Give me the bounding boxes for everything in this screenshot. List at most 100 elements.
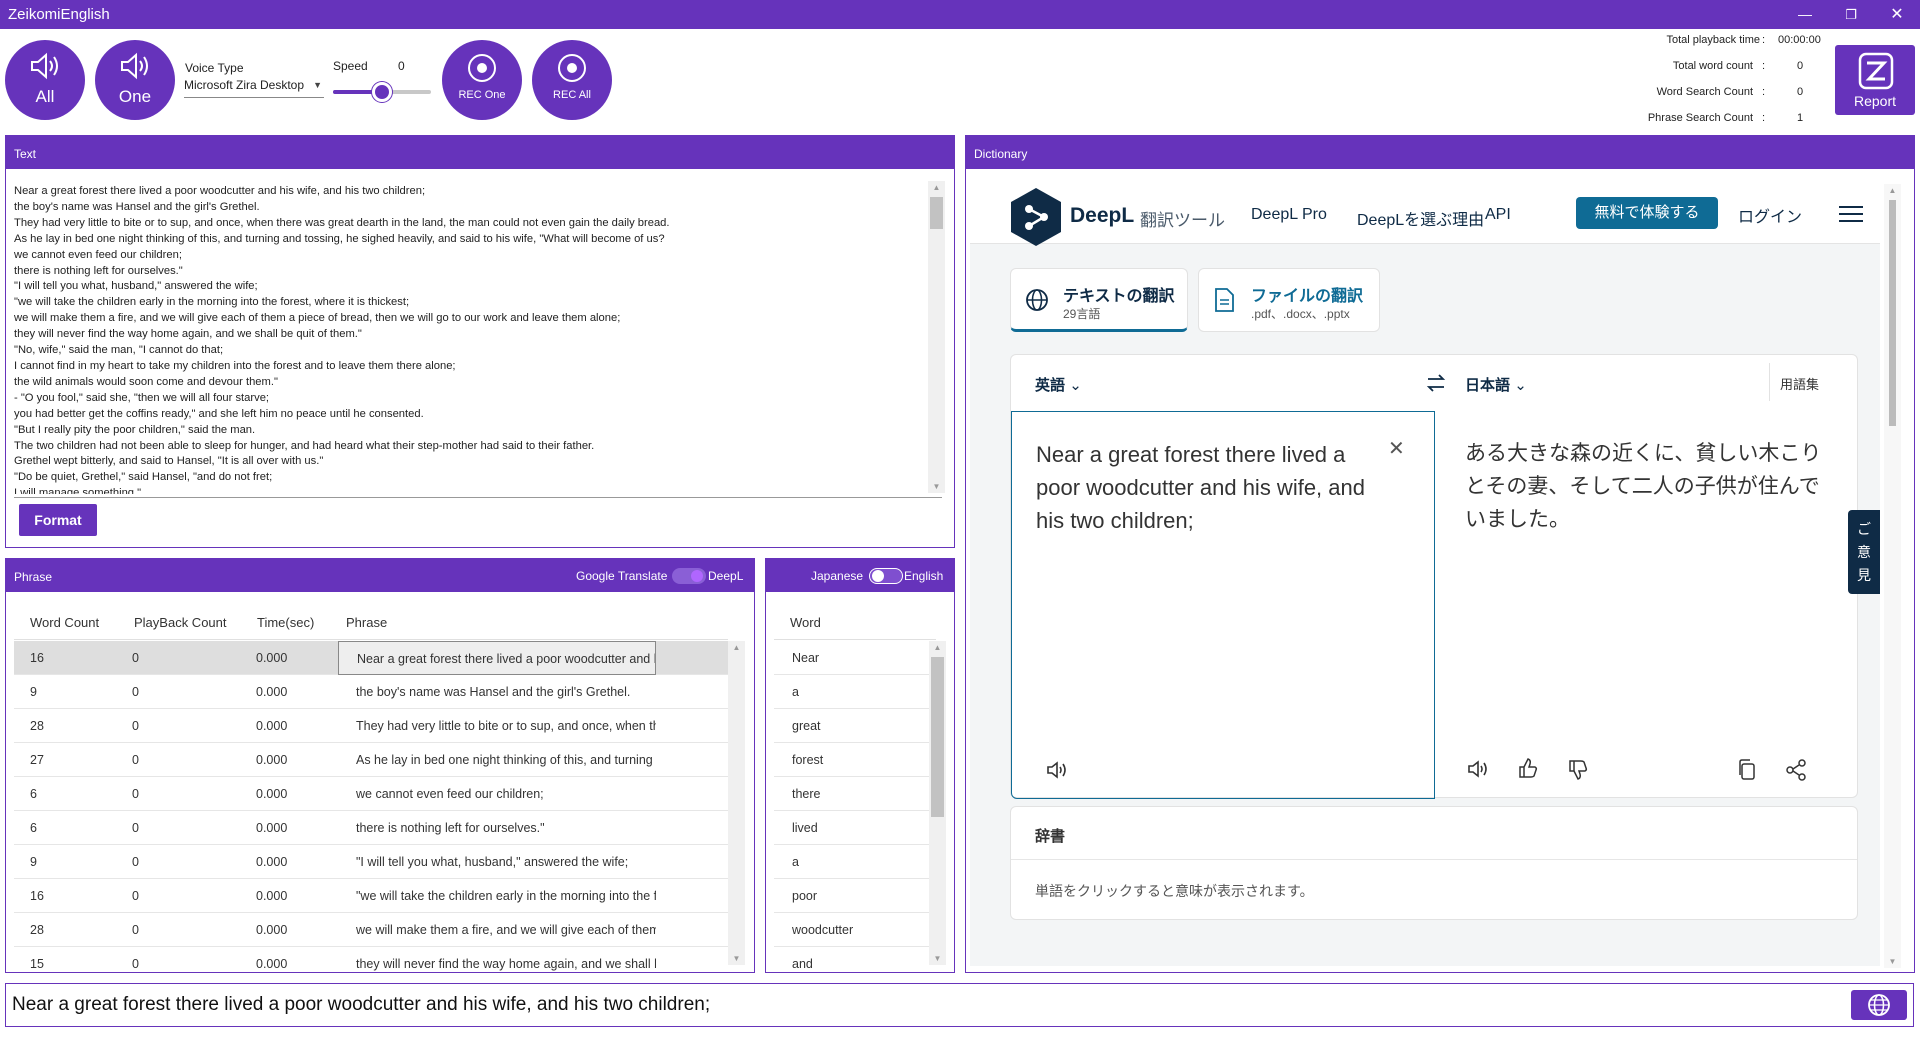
word-text: poor (792, 889, 818, 903)
close-button[interactable]: ✕ (1874, 0, 1920, 29)
browser-scrollbar-thumb[interactable] (1889, 200, 1896, 426)
speed-slider[interactable] (333, 82, 431, 102)
translator-toggle[interactable] (672, 568, 706, 584)
share-icon[interactable] (1785, 759, 1807, 786)
speed-slider-thumb[interactable] (372, 82, 392, 102)
free-trial-button[interactable]: 無料で体験する (1576, 197, 1718, 229)
deepl-logo[interactable] (1008, 186, 1064, 253)
report-button[interactable]: Report (1835, 45, 1915, 115)
restore-button[interactable]: ❐ (1828, 0, 1874, 29)
login-link[interactable]: ログイン (1738, 203, 1802, 227)
speaker-icon[interactable] (1046, 760, 1068, 785)
target-lang-select[interactable]: 日本語 ⌄ (1465, 374, 1527, 395)
col-phrase[interactable]: Phrase (346, 615, 387, 630)
word-row[interactable]: woodcutter (774, 913, 936, 947)
phrase-row[interactable]: 16 0 0.000 Near a great forest there lived … (14, 641, 728, 675)
word-count-cell: 15 (30, 957, 44, 971)
rec-all-button[interactable]: REC All (532, 40, 612, 120)
translate-button[interactable] (1851, 990, 1907, 1020)
word-text: Near (792, 651, 820, 665)
phrase-row[interactable]: 9 0 0.000 "I will tell you what, husband," … (14, 845, 728, 879)
text-editor[interactable]: Near a great forest there lived a poor w… (14, 184, 942, 494)
nav-deepl-pro[interactable]: DeepL Pro (1251, 206, 1327, 224)
text-scrollbar-thumb[interactable] (930, 197, 943, 229)
phrase-cell[interactable]: "we will take the children early in the … (338, 879, 656, 913)
word-scrollbar-thumb[interactable] (931, 657, 944, 817)
phrase-cell[interactable]: As he lay in bed one night thinking of t… (338, 743, 656, 777)
source-text-area[interactable]: Near a great forest there lived a poor w… (1011, 411, 1435, 799)
word-count-cell: 6 (30, 821, 37, 835)
language-toggle[interactable] (869, 568, 903, 584)
word-row[interactable]: lived (774, 811, 936, 845)
tab-file-translate[interactable]: ファイルの翻訳 .pdf、.docx、.pptx (1198, 268, 1380, 332)
thumbs-down-icon[interactable] (1567, 759, 1589, 786)
source-text[interactable]: Near a great forest there lived a poor w… (1036, 438, 1366, 537)
swap-languages-icon[interactable] (1425, 373, 1447, 398)
word-row[interactable]: forest (774, 743, 936, 777)
minimize-button[interactable]: — (1782, 0, 1828, 29)
play-all-button[interactable]: All (5, 40, 85, 120)
word-row[interactable]: Near (774, 641, 936, 675)
nav-api[interactable]: API (1485, 206, 1511, 224)
phrase-cell[interactable]: we will make them a fire, and we will gi… (338, 913, 656, 947)
word-row[interactable]: there (774, 777, 936, 811)
phrase-cell[interactable]: They had very little to bite or to sup, … (338, 709, 656, 743)
word-scrollbar[interactable]: ▲ ▼ (929, 641, 946, 965)
phrase-scrollbar[interactable]: ▲ ▼ (728, 641, 745, 965)
total-playback-value: 00:00:00 (1778, 34, 1821, 46)
word-row[interactable]: great (774, 709, 936, 743)
speed-label: Speed (333, 59, 368, 73)
copy-icon[interactable] (1737, 759, 1757, 786)
format-button[interactable]: Format (19, 504, 97, 536)
source-lang-select[interactable]: 英語 ⌄ (1035, 374, 1082, 395)
word-text: there (792, 787, 821, 801)
word-row[interactable]: a (774, 845, 936, 879)
play-one-button[interactable]: One (95, 40, 175, 120)
clear-icon[interactable]: ✕ (1388, 436, 1405, 461)
word-text: a (792, 685, 799, 699)
phrase-text: Near a great forest there lived a poor w… (357, 652, 655, 666)
rec-one-button[interactable]: REC One (442, 40, 522, 120)
word-row[interactable]: a (774, 675, 936, 709)
phrase-row[interactable]: 28 0 0.000 They had very little to bite or … (14, 709, 728, 743)
browser-scrollbar[interactable]: ▲ ▼ (1884, 184, 1901, 968)
text-line: "I will tell you what, husband," answere… (14, 280, 258, 293)
col-word-count[interactable]: Word Count (30, 615, 99, 630)
word-text: great (792, 719, 821, 733)
phrase-row[interactable]: 27 0 0.000 As he lay in bed one night think… (14, 743, 728, 777)
playback-count-cell: 0 (132, 787, 139, 801)
text-line: "we will take the children early in the … (14, 296, 410, 309)
feedback-button[interactable]: ご意見 (1848, 510, 1880, 594)
phrase-row[interactable]: 28 0 0.000 we will make them a fire, and we… (14, 913, 728, 947)
word-row[interactable]: and (774, 947, 936, 972)
text-line: we will make them a fire, and we will gi… (14, 312, 621, 325)
hamburger-menu-icon[interactable] (1838, 204, 1864, 229)
record-icon (532, 52, 612, 89)
phrase-cell[interactable]: Near a great forest there lived a poor w… (338, 641, 656, 675)
playback-count-cell: 0 (132, 957, 139, 971)
phrase-cell[interactable]: they will never find the way home again,… (338, 947, 656, 972)
phrase-cell[interactable]: the boy's name was Hansel and the girl's… (338, 675, 656, 709)
phrase-cell[interactable]: we cannot even feed our children; (338, 777, 656, 811)
text-scrollbar[interactable]: ▲ ▼ (928, 181, 945, 493)
speaker-icon[interactable] (1467, 759, 1489, 784)
phrase-row[interactable]: 15 0 0.000 they will never find the way hom… (14, 947, 728, 972)
phrase-row[interactable]: 6 0 0.000 we cannot even feed our children; (14, 777, 728, 811)
tab-text-translate[interactable]: テキストの翻訳 29言語 (1010, 268, 1188, 332)
col-time[interactable]: Time(sec) (257, 615, 314, 630)
text-line: "But I really pity the poor children," s… (14, 423, 256, 436)
text-line: the boy's name was Hansel and the girl's… (14, 200, 260, 213)
nav-why-deepl[interactable]: DeepLを選ぶ理由 (1357, 206, 1484, 230)
phrase-cell[interactable]: "I will tell you what, husband," answere… (338, 845, 656, 879)
phrase-row[interactable]: 6 0 0.000 there is nothing left for ourselv… (14, 811, 728, 845)
word-row[interactable]: poor (774, 879, 936, 913)
col-word[interactable]: Word (790, 615, 821, 630)
phrase-cell[interactable]: there is nothing left for ourselves." (338, 811, 656, 845)
title-bar: ZeikomiEnglish — ❐ ✕ (0, 0, 1920, 29)
col-playback-count[interactable]: PlayBack Count (134, 615, 227, 630)
glossary-button[interactable]: 用語集 (1769, 363, 1829, 401)
voice-type-select[interactable]: Microsoft Zira Desktop ▼ (184, 78, 324, 98)
phrase-row[interactable]: 9 0 0.000 the boy's name was Hansel and the… (14, 675, 728, 709)
phrase-row[interactable]: 16 0 0.000 "we will take the children early… (14, 879, 728, 913)
thumbs-up-icon[interactable] (1517, 757, 1539, 784)
